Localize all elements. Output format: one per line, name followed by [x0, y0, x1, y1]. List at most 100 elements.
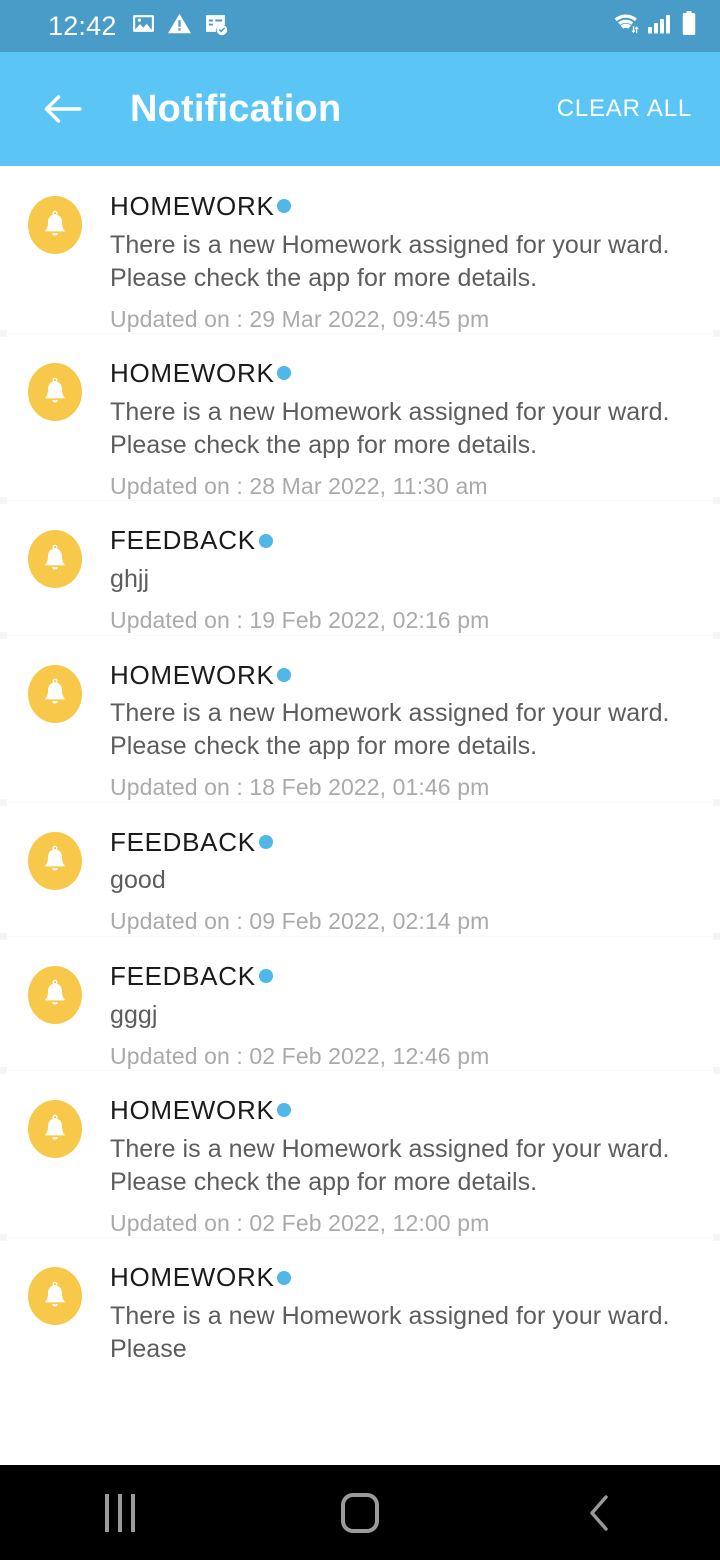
- notification-title-row: FEEDBACK: [110, 828, 700, 857]
- unread-dot: [277, 1270, 292, 1285]
- notification-content: HOMEWORK There is a new Homework assigned…: [82, 1096, 700, 1237]
- list-divider-right: [713, 798, 720, 806]
- unread-dot: [258, 533, 273, 548]
- notification-description: There is a new Homework assigned for you…: [110, 397, 670, 459]
- notification-title-row: HOMEWORK: [110, 1263, 700, 1292]
- list-divider-left: [0, 932, 7, 940]
- notification-item[interactable]: HOMEWORK There is a new Homework assigned…: [0, 1234, 720, 1366]
- notification-category: HOMEWORK: [110, 1262, 275, 1293]
- list-divider-left: [0, 1067, 7, 1075]
- notification-description: good: [110, 866, 166, 895]
- notification-timestamp: Updated on : 02 Feb 2022, 12:00 pm: [110, 1209, 490, 1236]
- list-divider-left: [0, 497, 7, 505]
- back-arrow-icon[interactable]: [36, 83, 88, 135]
- unread-dot: [277, 199, 292, 214]
- list-divider-right: [713, 330, 720, 338]
- list-divider-left: [0, 631, 7, 639]
- status-bar: 12:42: [0, 0, 720, 52]
- notification-timestamp: Updated on : 28 Mar 2022, 11:30 am: [110, 472, 488, 499]
- notification-title-row: FEEDBACK: [110, 526, 700, 555]
- notification-description: There is a new Homework assigned for you…: [110, 230, 670, 292]
- unread-dot: [277, 366, 292, 381]
- app-header: Notification CLEAR ALL: [0, 52, 720, 166]
- notification-icon-wrap: [28, 1263, 82, 1366]
- notification-icon-wrap: [28, 828, 82, 936]
- notification-category: FEEDBACK: [110, 525, 256, 556]
- notification-content: HOMEWORK There is a new Homework assigned…: [82, 1263, 700, 1366]
- recents-icon[interactable]: [60, 1465, 180, 1560]
- home-icon[interactable]: [300, 1465, 420, 1560]
- bell-icon: [28, 530, 82, 589]
- notification-item[interactable]: FEEDBACK gggj Updated on : 02 Feb 2022, 12…: [0, 932, 720, 1071]
- bell-icon: [28, 196, 82, 254]
- list-divider-right: [713, 631, 720, 639]
- bell-icon: [28, 1100, 82, 1159]
- back-icon[interactable]: [540, 1465, 660, 1560]
- bell-icon: [28, 363, 82, 422]
- notification-icon-wrap: [28, 962, 82, 1070]
- cellular-signal-icon: [647, 11, 673, 41]
- notification-description: There is a new Homework assigned for you…: [110, 1134, 670, 1196]
- warning-triangle-icon: [167, 11, 192, 41]
- bell-icon: [28, 965, 82, 1024]
- notification-icon-wrap: [28, 192, 82, 333]
- notification-item[interactable]: HOMEWORK There is a new Homework assigned…: [0, 1067, 720, 1238]
- notification-content: FEEDBACK good Updated on : 09 Feb 2022, 02…: [82, 828, 700, 936]
- unread-dot: [277, 667, 292, 682]
- status-bar-notification-icons: [131, 11, 228, 41]
- photo-icon: [131, 11, 156, 41]
- notification-list[interactable]: HOMEWORK There is a new Homework assigned…: [0, 166, 720, 1465]
- notification-item[interactable]: FEEDBACK good Updated on : 09 Feb 2022, 02…: [0, 798, 720, 936]
- wifi-icon: [613, 11, 640, 41]
- list-divider-right: [713, 1067, 720, 1075]
- notification-description: There is a new Homework assigned for you…: [110, 699, 670, 761]
- notification-category: HOMEWORK: [110, 659, 275, 690]
- list-divider-left: [0, 330, 7, 338]
- battery-icon: [680, 10, 698, 42]
- notification-timestamp: Updated on : 19 Feb 2022, 02:16 pm: [110, 606, 490, 633]
- notification-title-row: HOMEWORK: [110, 359, 700, 388]
- list-divider-left: [0, 1234, 7, 1242]
- notification-category: FEEDBACK: [110, 960, 256, 991]
- notification-icon-wrap: [28, 1096, 82, 1237]
- system-navigation-bar: [0, 1465, 720, 1560]
- status-bar-clock: 12:42: [48, 10, 117, 41]
- bell-icon: [28, 664, 82, 723]
- notification-content: HOMEWORK There is a new Homework assigned…: [82, 192, 700, 333]
- notification-category: HOMEWORK: [110, 358, 275, 389]
- notification-timestamp: Updated on : 09 Feb 2022, 02:14 pm: [110, 908, 490, 935]
- status-bar-system-icons: [613, 10, 698, 42]
- notification-item[interactable]: HOMEWORK There is a new Homework assigned…: [0, 166, 720, 334]
- notification-title-row: HOMEWORK: [110, 659, 700, 690]
- notification-title-row: HOMEWORK: [110, 1096, 700, 1125]
- list-divider-right: [713, 1234, 720, 1242]
- notification-timestamp: Updated on : 29 Mar 2022, 09:45 pm: [110, 305, 490, 332]
- notification-description: gggj: [110, 1000, 158, 1029]
- unread-dot: [277, 1103, 292, 1118]
- notification-content: HOMEWORK There is a new Homework assigned…: [82, 659, 700, 802]
- notification-item[interactable]: FEEDBACK ghjj Updated on : 19 Feb 2022, 02…: [0, 497, 720, 635]
- unread-dot: [258, 969, 273, 984]
- notification-item[interactable]: HOMEWORK There is a new Homework assigned…: [0, 330, 720, 501]
- notification-description: There is a new Homework assigned for you…: [110, 1301, 670, 1363]
- list-divider-right: [713, 932, 720, 940]
- notification-content: FEEDBACK ghjj Updated on : 19 Feb 2022, 02…: [82, 526, 700, 634]
- unread-dot: [258, 835, 273, 850]
- notification-category: HOMEWORK: [110, 1095, 275, 1126]
- notification-content: HOMEWORK There is a new Homework assigned…: [82, 359, 700, 500]
- list-divider-right: [713, 497, 720, 505]
- notification-timestamp: Updated on : 18 Feb 2022, 01:46 pm: [110, 774, 490, 801]
- notification-description: ghjj: [110, 564, 150, 593]
- page-title: Notification: [130, 87, 342, 130]
- notification-icon-wrap: [28, 661, 82, 802]
- notification-item[interactable]: HOMEWORK There is a new Homework assigned…: [0, 631, 720, 802]
- notification-category: FEEDBACK: [110, 826, 256, 857]
- notification-timestamp: Updated on : 02 Feb 2022, 12:46 pm: [110, 1042, 490, 1069]
- bell-icon: [28, 831, 82, 890]
- bell-icon: [28, 1267, 82, 1326]
- notification-icon-wrap: [28, 359, 82, 500]
- notification-title-row: HOMEWORK: [110, 192, 700, 221]
- list-divider-left: [0, 798, 7, 806]
- notification-title-row: FEEDBACK: [110, 962, 700, 991]
- clear-all-button[interactable]: CLEAR ALL: [553, 87, 696, 131]
